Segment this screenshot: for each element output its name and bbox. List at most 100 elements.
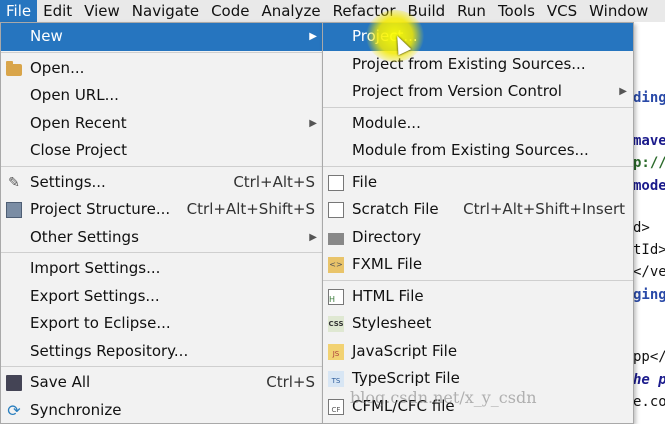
separator bbox=[323, 107, 633, 108]
new-submenu: Project... Project from Existing Sources… bbox=[322, 22, 634, 424]
menu-item-label: JavaScript File bbox=[352, 342, 457, 360]
editor-line: mode bbox=[633, 178, 665, 194]
menu-item-label: Save All bbox=[30, 373, 90, 391]
menu-item-label: Scratch File bbox=[352, 200, 439, 218]
editor-line: ging bbox=[633, 287, 665, 303]
menu-item-label: Synchronize bbox=[30, 401, 121, 419]
menu-item-label: TypeScript File bbox=[352, 369, 460, 387]
shortcut-label: Ctrl+Alt+Shift+Insert bbox=[463, 196, 625, 224]
menu-analyze[interactable]: Analyze bbox=[255, 0, 326, 22]
menu-item-file[interactable]: File bbox=[323, 169, 633, 197]
menu-bar: File Edit View Navigate Code Analyze Ref… bbox=[0, 0, 665, 23]
shortcut-label: Ctrl+Alt+S bbox=[233, 169, 315, 197]
submenu-arrow-icon: ▶ bbox=[619, 78, 627, 106]
watermark: blog.csdn.net/x_y_csdn bbox=[350, 388, 650, 410]
menu-item-open[interactable]: Open... bbox=[1, 55, 323, 83]
editor-line: mave bbox=[633, 133, 665, 149]
menu-item-label: Open Recent bbox=[30, 114, 127, 132]
menu-item-open-url[interactable]: Open URL... bbox=[1, 82, 323, 110]
css-file-icon: CSS bbox=[328, 316, 344, 332]
menu-item-label: Open URL... bbox=[30, 86, 119, 104]
menu-item-label: Export Settings... bbox=[30, 287, 160, 305]
menu-item-settings[interactable]: ✎ Settings... Ctrl+Alt+S bbox=[1, 169, 323, 197]
file-icon bbox=[328, 175, 344, 191]
submenu-arrow-icon: ▶ bbox=[309, 224, 317, 252]
menu-item-import-settings[interactable]: Import Settings... bbox=[1, 255, 323, 283]
menu-build[interactable]: Build bbox=[402, 0, 452, 22]
directory-icon bbox=[328, 233, 344, 245]
menu-item-label: Settings... bbox=[30, 173, 106, 191]
menu-view[interactable]: View bbox=[78, 0, 126, 22]
menu-code[interactable]: Code bbox=[205, 0, 255, 22]
menu-vcs[interactable]: VCS bbox=[541, 0, 583, 22]
scratch-file-icon bbox=[328, 202, 344, 218]
menu-tools[interactable]: Tools bbox=[492, 0, 541, 22]
menu-item-label: Other Settings bbox=[30, 228, 139, 246]
submenu-arrow-icon: ▶ bbox=[309, 23, 317, 51]
save-icon bbox=[6, 375, 22, 391]
html-file-icon: H bbox=[328, 289, 344, 305]
menu-item-label: New bbox=[30, 27, 63, 45]
file-menu: New ▶ Open... Open URL... Open Recent ▶ … bbox=[0, 22, 324, 424]
fxml-file-icon: <> bbox=[328, 257, 344, 273]
cfml-file-icon: CF bbox=[328, 399, 344, 415]
menu-item-label: Export to Eclipse... bbox=[30, 314, 171, 332]
menu-item-label: Project from Existing Sources... bbox=[352, 55, 586, 73]
shortcut-label: Ctrl+S bbox=[266, 369, 315, 397]
menu-item-other-settings[interactable]: Other Settings ▶ bbox=[1, 224, 323, 252]
menu-item-label: HTML File bbox=[352, 287, 424, 305]
editor-line: he p bbox=[633, 372, 665, 388]
menu-refactor[interactable]: Refactor bbox=[327, 0, 402, 22]
typescript-file-icon: TS bbox=[328, 371, 344, 387]
menu-navigate[interactable]: Navigate bbox=[126, 0, 205, 22]
menu-item-label: File bbox=[352, 173, 377, 191]
menu-item-module-existing[interactable]: Module from Existing Sources... bbox=[323, 137, 633, 165]
menu-item-directory[interactable]: Directory bbox=[323, 224, 633, 252]
separator bbox=[1, 52, 323, 53]
menu-item-scratch-file[interactable]: Scratch File Ctrl+Alt+Shift+Insert bbox=[323, 196, 633, 224]
menu-item-project-from-existing[interactable]: Project from Existing Sources... bbox=[323, 51, 633, 79]
menu-item-label: Close Project bbox=[30, 141, 127, 159]
wrench-icon: ✎ bbox=[6, 175, 22, 191]
menu-item-javascript-file[interactable]: JS JavaScript File bbox=[323, 338, 633, 366]
menu-item-export-settings[interactable]: Export Settings... bbox=[1, 283, 323, 311]
menu-item-label: Module... bbox=[352, 114, 421, 132]
menu-item-stylesheet[interactable]: CSS Stylesheet bbox=[323, 310, 633, 338]
menu-item-save-all[interactable]: Save All Ctrl+S bbox=[1, 369, 323, 397]
editor-line: pp</ bbox=[633, 349, 665, 365]
menu-item-settings-repository[interactable]: Settings Repository... bbox=[1, 338, 323, 366]
menu-window[interactable]: Window bbox=[583, 0, 654, 22]
menu-item-label: Open... bbox=[30, 59, 84, 77]
menu-item-project-structure[interactable]: Project Structure... Ctrl+Alt+Shift+S bbox=[1, 196, 323, 224]
menu-item-label: Project from Version Control bbox=[352, 82, 562, 100]
menu-item-label: Stylesheet bbox=[352, 314, 431, 332]
menu-item-open-recent[interactable]: Open Recent ▶ bbox=[1, 110, 323, 138]
separator bbox=[323, 166, 633, 167]
menu-item-module[interactable]: Module... bbox=[323, 110, 633, 138]
menu-item-label: FXML File bbox=[352, 255, 422, 273]
editor-line: ding bbox=[633, 90, 665, 106]
menu-item-label: Import Settings... bbox=[30, 259, 160, 277]
separator bbox=[1, 366, 323, 367]
javascript-file-icon: JS bbox=[328, 344, 344, 360]
editor-pane[interactable]: ding mave p:// mode d> tId> </ve ging pp… bbox=[632, 22, 665, 420]
menu-item-label: Project Structure... bbox=[30, 200, 170, 218]
separator bbox=[1, 166, 323, 167]
menu-item-label: Settings Repository... bbox=[30, 342, 188, 360]
menu-file[interactable]: File bbox=[0, 0, 37, 22]
menu-item-close-project[interactable]: Close Project bbox=[1, 137, 323, 165]
menu-item-fxml-file[interactable]: <> FXML File bbox=[323, 251, 633, 279]
menu-item-export-eclipse[interactable]: Export to Eclipse... bbox=[1, 310, 323, 338]
submenu-arrow-icon: ▶ bbox=[309, 110, 317, 138]
menu-item-label: Directory bbox=[352, 228, 421, 246]
menu-item-project-from-vcs[interactable]: Project from Version Control ▶ bbox=[323, 78, 633, 106]
menu-run[interactable]: Run bbox=[451, 0, 492, 22]
menu-edit[interactable]: Edit bbox=[37, 0, 78, 22]
separator bbox=[323, 280, 633, 281]
editor-line: </ve bbox=[633, 264, 665, 280]
shortcut-label: Ctrl+Alt+Shift+S bbox=[187, 196, 315, 224]
menu-item-new[interactable]: New ▶ bbox=[1, 23, 323, 51]
menu-item-html-file[interactable]: H HTML File bbox=[323, 283, 633, 311]
project-structure-icon bbox=[6, 202, 22, 218]
menu-item-new-project[interactable]: Project... bbox=[323, 23, 633, 51]
